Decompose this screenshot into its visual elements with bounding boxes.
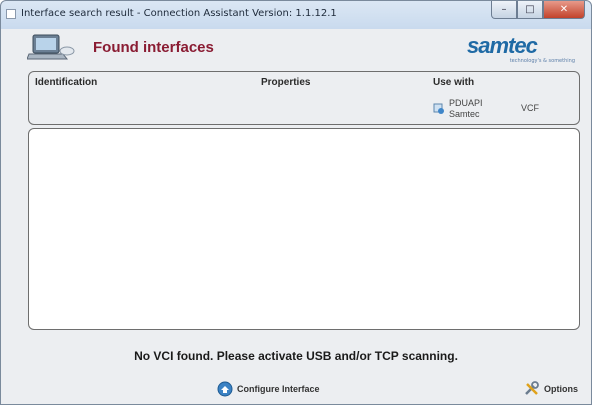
window-controls: – □ ✕ [491, 1, 585, 19]
column-properties[interactable]: Properties [261, 77, 310, 88]
samtec-logo: samtec technology's & something [467, 33, 575, 65]
options-label: Options [544, 384, 578, 394]
column-header-panel: Identification Properties Use with PDUAP… [28, 71, 580, 125]
options-button[interactable]: Options [524, 381, 578, 397]
column-use-with[interactable]: Use with [433, 77, 474, 88]
window-title: Interface search result - Connection Ass… [21, 8, 337, 19]
use-with-pduapi[interactable]: PDUAPI [449, 98, 483, 109]
pduapi-icon [433, 103, 444, 114]
title-bar[interactable]: Interface search result - Connection Ass… [1, 1, 591, 29]
minimize-button[interactable]: – [491, 1, 517, 19]
status-message: No VCI found. Please activate USB and/or… [134, 349, 458, 363]
logo-tagline: technology's & something [509, 58, 575, 64]
header: Found interfaces samtec technology's & s… [1, 29, 591, 69]
maximize-button[interactable]: □ [517, 1, 543, 19]
configure-interface-button[interactable]: Configure Interface [217, 381, 320, 397]
page-title: Found interfaces [93, 39, 214, 56]
close-button[interactable]: ✕ [543, 1, 585, 19]
app-icon [6, 9, 16, 19]
options-icon [525, 381, 539, 395]
laptop-icon [27, 34, 75, 60]
connection-assistant-window: Interface search result - Connection Ass… [0, 0, 592, 405]
interface-list[interactable] [28, 128, 580, 330]
logo-text: samtec [467, 33, 538, 58]
use-with-vcf[interactable]: VCF [521, 103, 539, 114]
configure-label: Configure Interface [237, 384, 320, 394]
column-identification[interactable]: Identification [35, 77, 97, 88]
use-with-samtec[interactable]: Samtec [449, 109, 480, 120]
configure-icon [217, 381, 233, 397]
